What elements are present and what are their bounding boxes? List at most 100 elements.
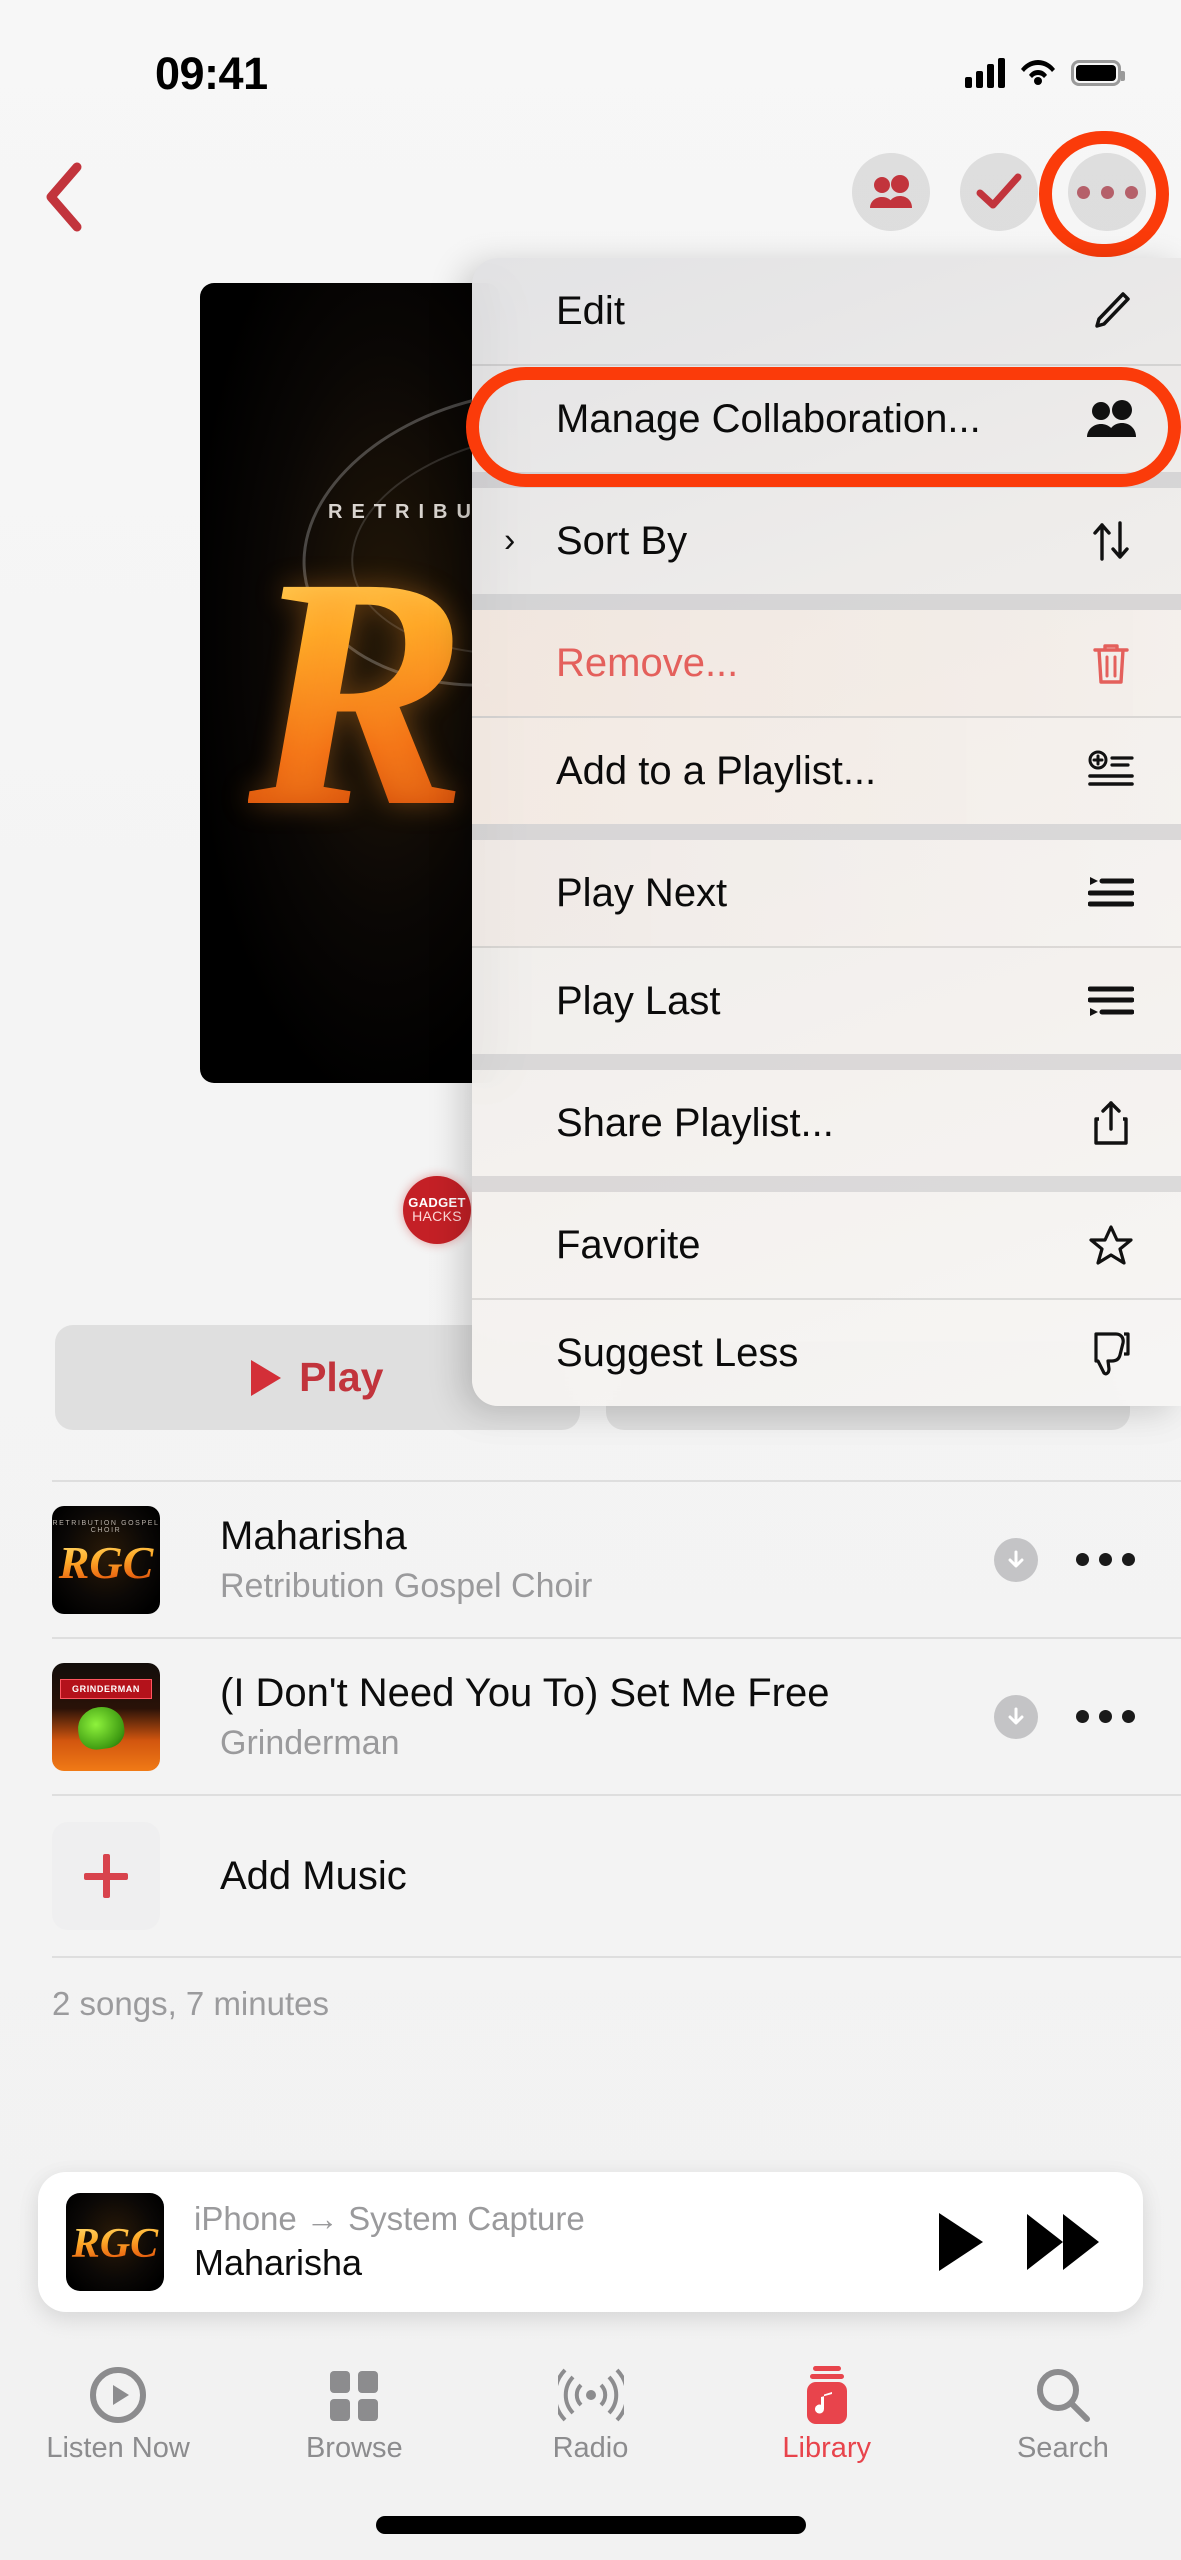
plus-icon — [52, 1822, 160, 1930]
add-music-label: Add Music — [220, 1853, 407, 1898]
thumbs-down-icon — [1083, 1330, 1139, 1376]
menu-item-add-to-playlist[interactable]: Add to a Playlist... — [472, 718, 1181, 824]
row-more-button[interactable] — [1076, 1710, 1135, 1723]
watermark-line-2: HACKS — [412, 1208, 462, 1225]
menu-item-label: Play Last — [556, 978, 721, 1023]
menu-item-remove[interactable]: Remove... — [472, 610, 1181, 716]
cellular-bars-icon — [965, 57, 1005, 88]
mini-player-artwork: RGC — [66, 2193, 164, 2291]
tab-label: Listen Now — [46, 2432, 190, 2464]
menu-item-play-next[interactable]: Play Next — [472, 840, 1181, 946]
menu-item-label: Add to a Playlist... — [556, 748, 877, 793]
play-next-icon — [1083, 873, 1139, 913]
album-art-figure — [75, 1703, 127, 1752]
mini-player-route: iPhone → System Capture — [194, 2200, 585, 2237]
album-art-logo: GRINDERMAN — [60, 1678, 152, 1699]
table-row[interactable]: GRINDERMAN (I Don't Need You To) Set Me … — [0, 1639, 1181, 1794]
context-menu: Edit Manage Collaboration... › Sort By R… — [472, 258, 1181, 1406]
row-more-button[interactable] — [1076, 1553, 1135, 1566]
list-separator — [52, 1956, 1181, 1958]
menu-item-label: Remove... — [556, 640, 739, 685]
artwork-logo-letter: R — [248, 510, 469, 875]
play-triangle-icon[interactable] — [939, 2213, 983, 2271]
download-circle-icon[interactable] — [994, 1537, 1038, 1582]
song-artist: Retribution Gospel Choir — [220, 1567, 593, 1605]
menu-item-suggest-less[interactable]: Suggest Less — [472, 1300, 1181, 1406]
collaboration-button[interactable] — [852, 153, 930, 231]
tab-radio[interactable]: Radio — [472, 2350, 708, 2510]
grid-icon — [326, 2364, 382, 2426]
navigation-bar — [0, 131, 1181, 257]
mini-player-text: iPhone → System Capture Maharisha — [164, 2200, 939, 2284]
more-button[interactable] — [1068, 153, 1146, 231]
download-circle-icon[interactable] — [994, 1694, 1038, 1739]
broadcast-icon — [557, 2364, 624, 2426]
menu-item-play-last[interactable]: Play Last — [472, 948, 1181, 1054]
tab-label: Search — [1016, 2432, 1109, 2464]
ellipsis-icon — [1076, 185, 1138, 199]
gadget-hacks-watermark: GADGET HACKS — [403, 1176, 471, 1244]
trash-icon — [1083, 640, 1139, 686]
tab-label: Radio — [552, 2432, 629, 2464]
tab-listen-now[interactable]: Listen Now — [0, 2350, 236, 2510]
status-icons — [965, 55, 1125, 90]
fast-forward-icon[interactable] — [1027, 2214, 1099, 2270]
wifi-icon — [1019, 55, 1057, 90]
status-bar: 09:41 — [0, 0, 1181, 120]
people-two-icon — [870, 175, 912, 208]
mini-player-title: Maharisha — [194, 2242, 363, 2283]
play-triangle-icon — [251, 1359, 282, 1396]
menu-item-label: Share Playlist... — [556, 1100, 834, 1145]
menu-item-edit[interactable]: Edit — [472, 258, 1181, 364]
song-title: (I Don't Need You To) Set Me Free — [220, 1671, 830, 1715]
menu-item-label: Sort By — [556, 518, 688, 563]
watermark-line-1: GADGET — [408, 1194, 466, 1210]
chevron-left-icon — [46, 162, 82, 232]
search-icon — [1034, 2364, 1092, 2426]
album-art-thumbnail: GRINDERMAN — [52, 1662, 160, 1771]
menu-item-label: Play Next — [556, 870, 728, 915]
people-two-icon — [1083, 399, 1139, 439]
menu-group-gap — [472, 1176, 1181, 1192]
playlist-artwork: RETRIBU R — [200, 283, 500, 1083]
star-outline-icon — [1083, 1223, 1139, 1267]
tab-search[interactable]: Search — [945, 2350, 1181, 2510]
menu-item-manage-collaboration[interactable]: Manage Collaboration... — [472, 366, 1181, 472]
menu-item-share-playlist[interactable]: Share Playlist... — [472, 1070, 1181, 1176]
menu-group-gap — [472, 1054, 1181, 1070]
add-music-row[interactable]: Add Music — [0, 1796, 1181, 1956]
album-art-thumbnail: RETRIBUTION GOSPEL CHOIR RGC — [52, 1505, 160, 1614]
song-title: Maharisha — [220, 1514, 407, 1558]
play-last-icon — [1083, 981, 1139, 1021]
mini-player[interactable]: RGC iPhone → System Capture Maharisha — [38, 2172, 1143, 2312]
tab-label: Library — [782, 2432, 872, 2464]
battery-full-icon — [1071, 59, 1125, 86]
menu-item-label: Manage Collaboration... — [556, 396, 981, 441]
menu-item-label: Favorite — [556, 1222, 701, 1267]
pencil-icon — [1083, 290, 1139, 332]
menu-group-gap — [472, 594, 1181, 610]
album-art-logo: RGC — [52, 1539, 160, 1586]
share-icon — [1083, 1099, 1139, 1147]
mini-player-controls — [939, 2213, 1099, 2271]
chevron-right-icon: › — [504, 521, 516, 560]
tab-browse[interactable]: Browse — [236, 2350, 472, 2510]
table-row[interactable]: RETRIBUTION GOSPEL CHOIR RGC Maharisha R… — [0, 1482, 1181, 1637]
tab-bar: Listen Now Browse Radio Library Search — [0, 2350, 1181, 2510]
list-add-icon — [1083, 750, 1139, 792]
menu-item-favorite[interactable]: Favorite — [472, 1192, 1181, 1298]
music-playlist-screen: 09:41 RETRIBU R GADGET HACKS Play Edit M… — [0, 0, 1181, 2560]
menu-item-sort-by[interactable]: › Sort By — [472, 488, 1181, 594]
mini-player-art-logo: RGC — [66, 2223, 164, 2265]
music-library-icon — [799, 2364, 855, 2426]
menu-group-gap — [472, 472, 1181, 488]
menu-group-gap — [472, 824, 1181, 840]
song-text: Maharisha Retribution Gospel Choir — [160, 1513, 994, 1606]
menu-item-label: Suggest Less — [556, 1330, 799, 1375]
back-button[interactable] — [30, 157, 100, 237]
song-artist: Grinderman — [220, 1724, 400, 1762]
done-button[interactable] — [960, 153, 1038, 231]
tab-library[interactable]: Library — [709, 2350, 945, 2510]
song-text: (I Don't Need You To) Set Me Free Grinde… — [160, 1670, 994, 1763]
play-circle-icon — [89, 2364, 147, 2426]
